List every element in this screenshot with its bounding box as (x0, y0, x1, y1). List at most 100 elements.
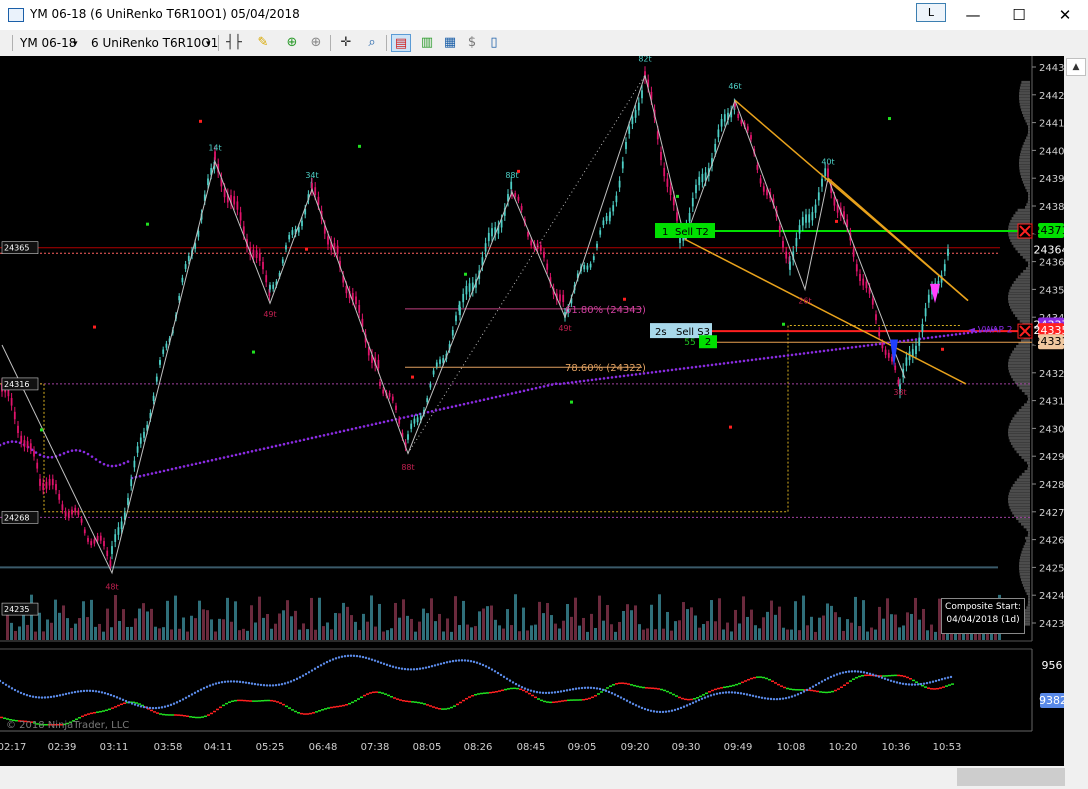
share-icon[interactable]: $ (462, 34, 482, 52)
indicator-line-segment (468, 696, 471, 698)
volume-profile-bar (1009, 289, 1030, 292)
vwap-dot (898, 340, 902, 343)
volume-bar (114, 595, 117, 640)
templates-icon[interactable]: ▦ (440, 34, 460, 52)
scroll-up-icon[interactable]: ▲ (1066, 58, 1086, 76)
volume-bar (546, 603, 549, 640)
renko-bar (358, 305, 361, 313)
indicator-dot (82, 689, 86, 693)
volume-profile-bar (1027, 200, 1030, 204)
indicator-dot (802, 690, 806, 693)
add-indicator-icon[interactable]: ⊕ (282, 34, 302, 52)
volume-profile-bar (1008, 433, 1030, 437)
zoom-icon[interactable]: ⌕ (362, 34, 382, 52)
volume-profile-bar (1020, 553, 1030, 557)
close-button[interactable]: ✕ (1042, 0, 1088, 30)
indicator-dot (154, 706, 158, 710)
indicator-dot (565, 689, 569, 692)
price-chart[interactable]: 2443024420244102440024390243802437024360… (0, 56, 1064, 766)
volume-bar (158, 628, 161, 640)
vwap-dot (746, 359, 750, 362)
volume-bar (498, 625, 501, 640)
bars-type-dropdown-icon[interactable]: ▾ (206, 39, 211, 49)
bars-type-selector[interactable]: 6 UniRenko T6R10O1 (91, 36, 218, 50)
renko-bar (451, 329, 454, 336)
indicator-line-segment (591, 696, 594, 699)
maximize-button[interactable]: ☐ (996, 0, 1042, 30)
indicator-line-segment (333, 706, 336, 708)
indicator-line-segment (201, 716, 204, 718)
vwap-dot (610, 376, 614, 379)
volume-bar (922, 608, 925, 640)
indicator-dot (823, 678, 827, 682)
time-tick-label: 08:45 (517, 742, 546, 753)
vwap-dot (654, 370, 658, 374)
vwap-dot (954, 333, 958, 336)
indicator-dot (892, 680, 896, 683)
renko-bar (701, 173, 704, 183)
indicator-line-segment (645, 687, 648, 689)
chart-trader-icon[interactable]: ▤ (391, 34, 411, 52)
indicator-dot (70, 691, 74, 694)
volume-bar (686, 609, 689, 640)
vertical-scrollbar[interactable] (1064, 56, 1088, 766)
indicator-dot (34, 695, 38, 699)
volume-bar (826, 603, 829, 640)
indicator-dot (142, 705, 146, 709)
renko-bar (621, 161, 624, 169)
instrument-dropdown-icon[interactable]: ▾ (73, 39, 78, 49)
volume-profile-bar (1018, 275, 1030, 279)
indicator-dot (67, 692, 71, 695)
horizontal-scroll-thumb[interactable] (957, 768, 1065, 786)
renko-bar (596, 243, 598, 248)
renko-bar (55, 484, 57, 491)
volume-bar (66, 618, 69, 640)
renko-bar (26, 441, 29, 448)
crosshair-icon[interactable]: ✛ (336, 34, 356, 52)
vwap-dot (498, 394, 502, 398)
renko-bar (379, 381, 381, 387)
data-box-icon[interactable]: ▥ (417, 34, 437, 52)
toolbar-separator (386, 35, 387, 51)
volume-profile-bar (1020, 578, 1030, 582)
volume-profile-bar (1020, 83, 1030, 87)
indicator-line-segment (186, 715, 189, 718)
drawing-tool-icon[interactable]: ✎ (253, 34, 273, 52)
indicator-line-segment (303, 713, 306, 715)
vwap-dot (710, 363, 714, 367)
link-button[interactable]: L (916, 3, 946, 22)
renko-bar (795, 237, 798, 247)
renko-bar (782, 240, 784, 248)
add-strategy-icon[interactable]: ⊕ (306, 34, 326, 52)
vwap-dot (274, 444, 278, 448)
renko-bar (355, 296, 357, 305)
indicator-dot (691, 701, 695, 705)
indicator-dot (592, 686, 596, 690)
volume-profile-bar (1008, 503, 1030, 507)
indicator-dot (46, 696, 50, 699)
indicator-dot (409, 668, 413, 671)
volume-bar (50, 622, 53, 640)
indicator-dot (64, 692, 68, 696)
indicator-dot (826, 677, 830, 680)
volume-profile-bar (1027, 534, 1030, 537)
renko-bar (80, 518, 83, 523)
horizontal-scrollbar[interactable] (0, 766, 1088, 789)
indicator-dot (694, 700, 698, 703)
instrument-selector[interactable]: YM 06-18 (20, 36, 76, 50)
indicator-line-segment (150, 709, 153, 712)
volume-profile-bar (1008, 425, 1030, 429)
minimize-button[interactable]: — (950, 0, 996, 30)
indicator-dot (448, 660, 452, 663)
indicator-line-segment (321, 709, 324, 711)
renko-bar (615, 195, 618, 203)
indicator-dot (715, 692, 719, 695)
indicator-dot (19, 691, 23, 695)
vwap-dot (198, 461, 202, 465)
properties-icon[interactable]: ▯ (484, 34, 504, 52)
bar-style-icon[interactable]: ┤├ (224, 34, 244, 52)
volume-profile-bar (1008, 361, 1030, 365)
renko-bar (281, 259, 284, 264)
volume-profile-bar (1013, 244, 1030, 248)
volume-bar (126, 626, 129, 640)
